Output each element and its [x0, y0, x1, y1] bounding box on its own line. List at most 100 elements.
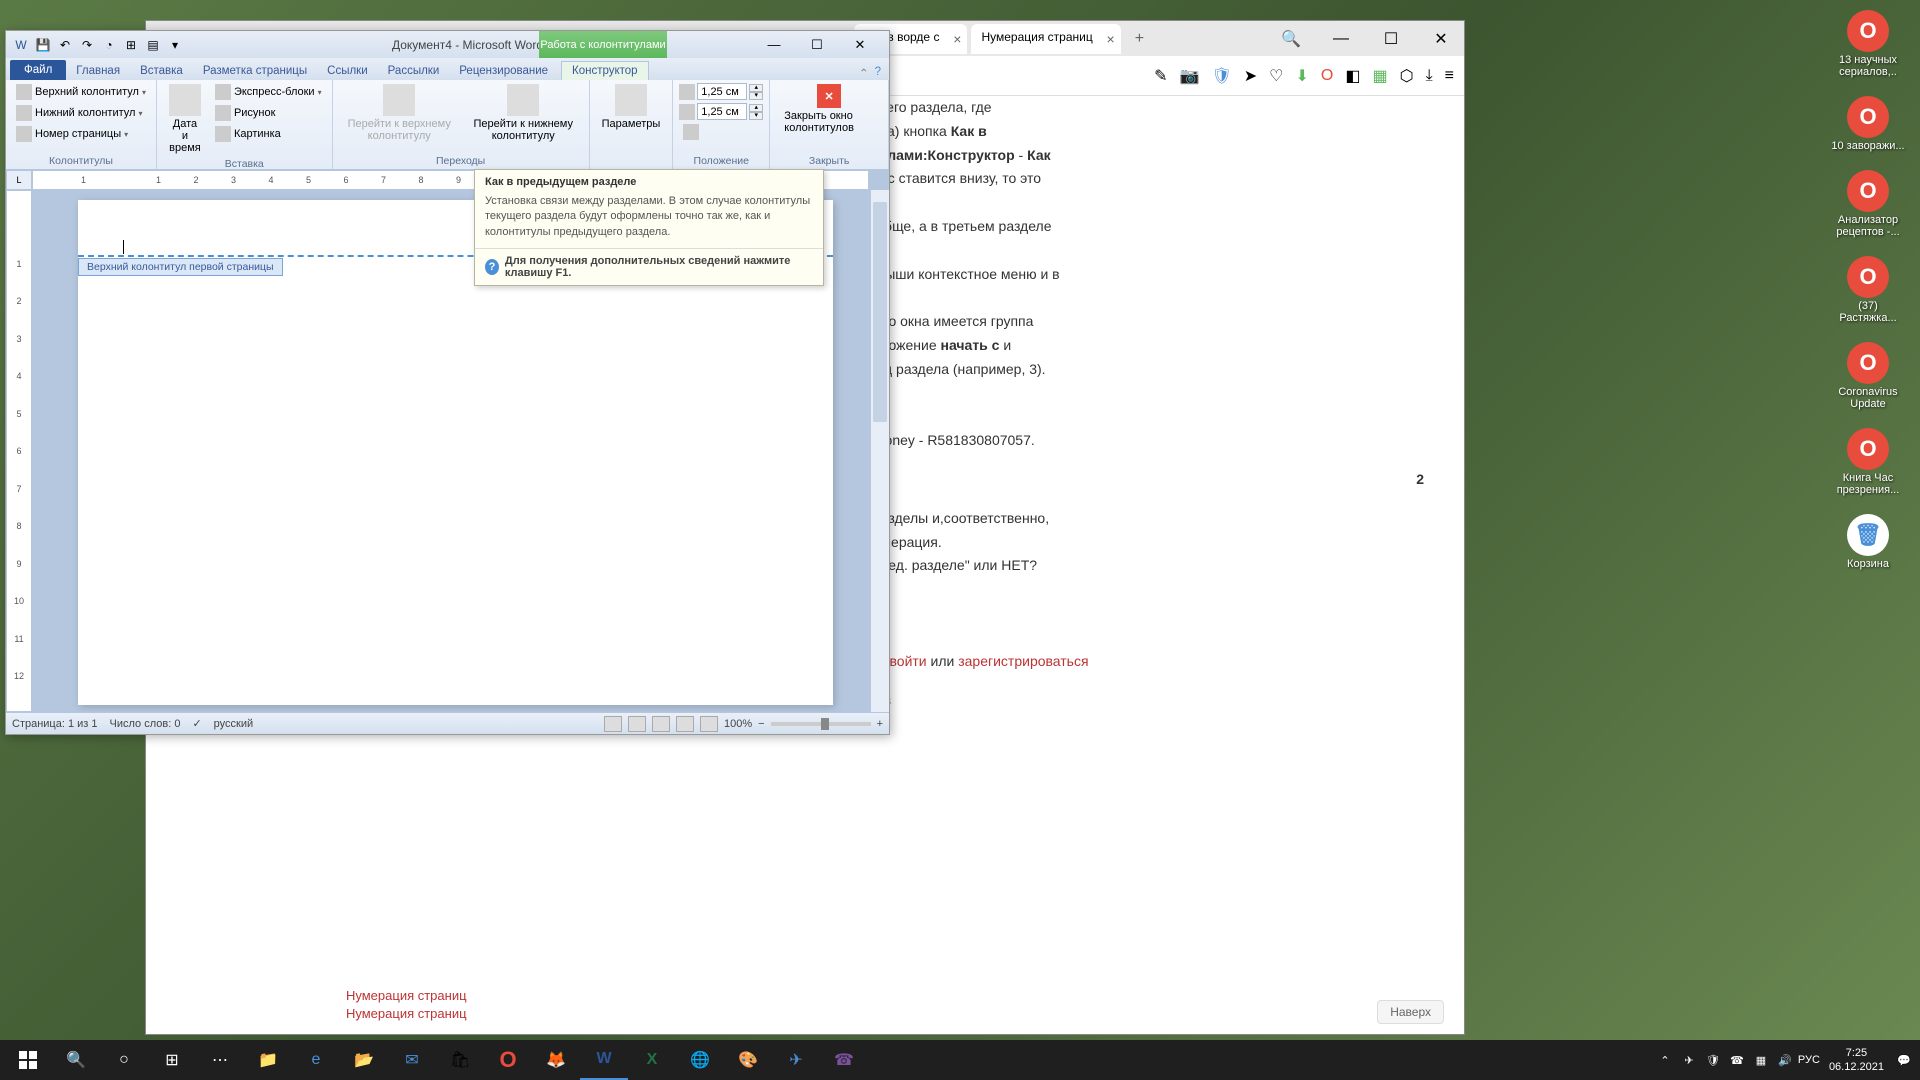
tab-constructor[interactable]: Конструктор: [561, 61, 649, 80]
vertical-scrollbar[interactable]: [871, 190, 889, 712]
store-button[interactable]: 🛍: [436, 1040, 484, 1080]
outline-view-button[interactable]: [676, 716, 694, 732]
register-link[interactable]: зарегистрироваться: [958, 653, 1088, 669]
web-layout-view-button[interactable]: [652, 716, 670, 732]
desktop-shortcut[interactable]: O10 заворажи...: [1830, 96, 1906, 152]
edge-button[interactable]: e: [292, 1040, 340, 1080]
task-view-button[interactable]: ⊞: [148, 1040, 196, 1080]
vertical-ruler[interactable]: 123456789101112: [6, 190, 32, 712]
tab-home[interactable]: Главная: [66, 62, 130, 80]
word-titlebar[interactable]: W 💾 ↶ ↷ ◔ ⊞ ▤ ▾ Документ4 - Microsoft Wo…: [6, 31, 889, 58]
clock[interactable]: 7:25 06.12.2021: [1821, 1046, 1892, 1075]
search-button[interactable]: 🔍: [52, 1040, 100, 1080]
search-icon[interactable]: 🔍: [1276, 24, 1306, 54]
tab-review[interactable]: Рецензирование: [449, 62, 558, 80]
insert-tab-button[interactable]: [679, 122, 763, 142]
goto-header-button[interactable]: Перейти к верхнему колонтитулу: [339, 82, 460, 144]
page-status[interactable]: Страница: 1 из 1: [12, 718, 98, 730]
word-button[interactable]: W: [580, 1040, 628, 1080]
draft-view-button[interactable]: [700, 716, 718, 732]
scroll-thumb[interactable]: [873, 202, 887, 422]
menu-icon[interactable]: ≡: [1445, 67, 1454, 85]
desktop-shortcut[interactable]: OКнига Час презрения...: [1830, 428, 1906, 496]
fullscreen-view-button[interactable]: [628, 716, 646, 732]
goto-footer-button[interactable]: Перейти к нижнему колонтитулу: [464, 82, 583, 144]
desktop-shortcut[interactable]: OАнализатор рецептов -...: [1830, 170, 1906, 238]
tab-close-icon[interactable]: ×: [1107, 31, 1115, 47]
login-link[interactable]: войти: [890, 653, 927, 669]
qat-button[interactable]: ⊞: [122, 36, 140, 54]
tab-mailings[interactable]: Рассылки: [378, 62, 450, 80]
minimize-button[interactable]: —: [1326, 24, 1356, 54]
desktop-shortcut[interactable]: O(37) Растяжка...: [1830, 256, 1906, 324]
zoom-in-button[interactable]: +: [877, 718, 883, 730]
word-count-status[interactable]: Число слов: 0: [110, 718, 181, 730]
heart-icon[interactable]: ♡: [1269, 66, 1283, 86]
zoom-thumb[interactable]: [821, 718, 829, 730]
opera-button[interactable]: O: [484, 1040, 532, 1080]
tab-references[interactable]: Ссылки: [317, 62, 378, 80]
tray-icon[interactable]: ▦: [1749, 1048, 1773, 1072]
camera-icon[interactable]: 📷: [1180, 66, 1200, 86]
maximize-button[interactable]: ☐: [803, 35, 831, 55]
extension-icon[interactable]: ▦: [1372, 66, 1387, 86]
spin-up-icon[interactable]: ▴: [749, 104, 763, 112]
tray-icon[interactable]: 🛡: [1701, 1048, 1725, 1072]
desktop-shortcut[interactable]: O13 научных сериалов,..: [1830, 10, 1906, 78]
spellcheck-icon[interactable]: ✓: [192, 717, 201, 730]
ruler-corner[interactable]: L: [6, 170, 32, 190]
firefox-button[interactable]: 🦊: [532, 1040, 580, 1080]
new-tab-button[interactable]: +: [1125, 24, 1154, 54]
header-position-input[interactable]: ▴▾: [679, 83, 763, 100]
close-button[interactable]: ✕: [1426, 24, 1456, 54]
excel-button[interactable]: X: [628, 1040, 676, 1080]
volume-icon[interactable]: 🔊: [1773, 1048, 1797, 1072]
zoom-slider[interactable]: [771, 722, 871, 726]
help-icon[interactable]: ?: [875, 66, 881, 80]
tray-icon[interactable]: ☎: [1725, 1048, 1749, 1072]
close-button[interactable]: ✕: [846, 35, 874, 55]
undo-icon[interactable]: ↶: [56, 36, 74, 54]
options-button[interactable]: Параметры: [596, 82, 667, 132]
opera-icon[interactable]: O: [1321, 67, 1333, 85]
close-header-footer-button[interactable]: ✕ Закрыть окно колонтитулов: [776, 82, 882, 136]
header-button[interactable]: Верхний колонтитул▾: [12, 82, 150, 102]
redo-icon[interactable]: ↷: [78, 36, 96, 54]
minimize-button[interactable]: —: [760, 35, 788, 55]
desktop-shortcut[interactable]: OCoronavirus Update: [1830, 342, 1906, 410]
date-time-button[interactable]: Дата и время: [163, 82, 207, 156]
desktop-shortcut[interactable]: 🗑Корзина: [1830, 514, 1906, 570]
telegram-button[interactable]: ✈: [772, 1040, 820, 1080]
shield-icon[interactable]: 🛡: [1211, 66, 1231, 86]
nav-link[interactable]: Нумерация страниц: [346, 988, 626, 1003]
file-explorer-button[interactable]: 📁: [244, 1040, 292, 1080]
explorer-button[interactable]: 📂: [340, 1040, 388, 1080]
nav-link[interactable]: Нумерация страниц: [346, 1006, 626, 1021]
language-indicator[interactable]: РУС: [1797, 1048, 1821, 1072]
notification-icon[interactable]: 💬: [1892, 1048, 1916, 1072]
picture-button[interactable]: Рисунок: [211, 103, 326, 123]
cortana-button[interactable]: ○: [100, 1040, 148, 1080]
page-number-button[interactable]: Номер страницы▾: [12, 124, 150, 144]
extension-icon[interactable]: ◧: [1345, 66, 1360, 86]
save-icon[interactable]: 💾: [34, 36, 52, 54]
qat-button[interactable]: ◔: [100, 36, 118, 54]
browser-tab[interactable]: Нумерация страниц×: [971, 24, 1120, 54]
footer-button[interactable]: Нижний колонтитул▾: [12, 103, 150, 123]
edge-chromium-button[interactable]: 🌐: [676, 1040, 724, 1080]
maximize-button[interactable]: ☐: [1376, 24, 1406, 54]
tab-file[interactable]: Файл: [10, 60, 66, 80]
tab-close-icon[interactable]: ×: [953, 31, 961, 47]
qat-customize-icon[interactable]: ▾: [166, 36, 184, 54]
footer-position-input[interactable]: ▴▾: [679, 103, 763, 120]
mail-button[interactable]: ✉: [388, 1040, 436, 1080]
spin-down-icon[interactable]: ▾: [749, 112, 763, 120]
tab-insert[interactable]: Вставка: [130, 62, 193, 80]
cube-icon[interactable]: ⬡: [1400, 66, 1414, 86]
downloads-icon[interactable]: ⤓: [1426, 67, 1433, 85]
scroll-to-top-button[interactable]: Наверх: [1377, 1000, 1444, 1024]
tray-chevron-icon[interactable]: ⌃: [1653, 1048, 1677, 1072]
tray-icon[interactable]: ✈: [1677, 1048, 1701, 1072]
quick-parts-button[interactable]: Экспресс-блоки▾: [211, 82, 326, 102]
language-status[interactable]: русский: [214, 718, 253, 730]
